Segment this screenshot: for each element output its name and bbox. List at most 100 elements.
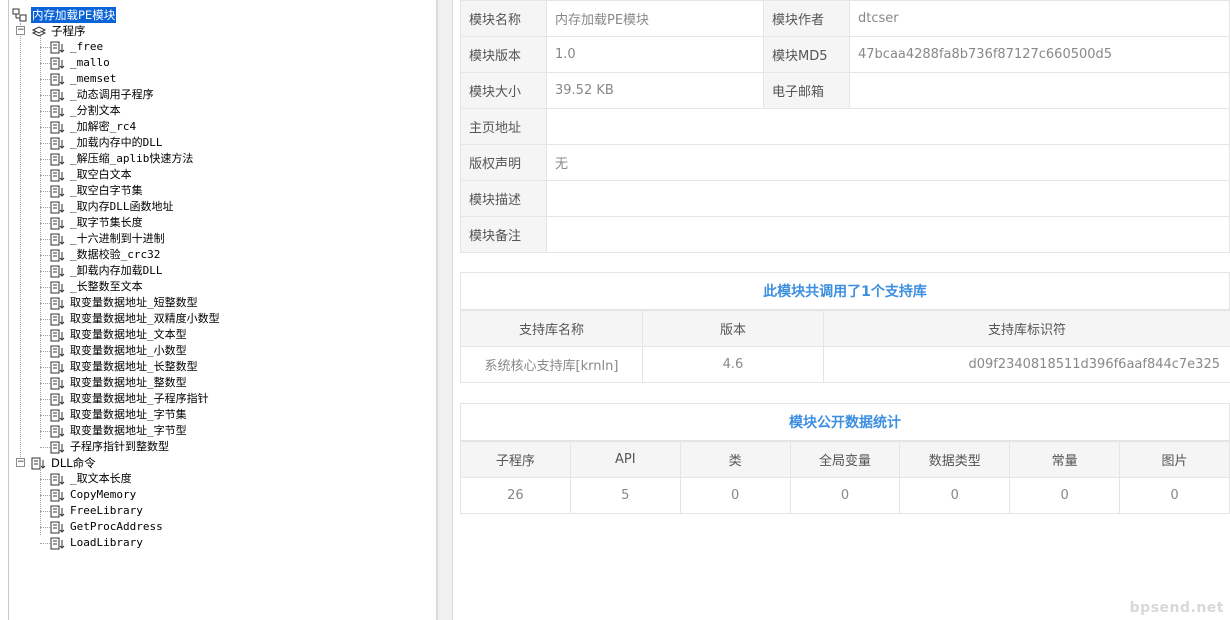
tree-connector (40, 191, 50, 192)
info-row: 模块大小 39.52 KB 电子邮箱 (460, 72, 1230, 109)
tree-leaf-label: 取变量数据地址_小数型 (70, 344, 187, 357)
info-key: 模块作者 (763, 0, 850, 37)
tree-leaf-row[interactable]: _卸载内存加载DLL (69, 263, 164, 279)
tree-leaf-row[interactable]: LoadLibrary (69, 535, 144, 551)
info-value: 内存加载PE模块 (546, 0, 764, 37)
info-key: 版权声明 (460, 144, 547, 181)
tree-left-border (8, 0, 9, 620)
column-header: 子程序 (460, 441, 571, 478)
tree-leaf-row[interactable]: _memset (69, 71, 117, 87)
tree-group-subprograms[interactable]: 子程序 (50, 23, 87, 39)
tree-connector (40, 111, 50, 112)
stat-value: 0 (899, 477, 1011, 514)
function-icon (50, 248, 66, 262)
tree-connector (40, 287, 50, 288)
tree-leaf-row[interactable]: _加载内存中的DLL (69, 135, 164, 151)
tree-leaf-row[interactable]: _分割文本 (69, 103, 122, 119)
tree-leaf-label: _取内存DLL函数地址 (70, 200, 174, 213)
tree-leaf-row[interactable]: _动态调用子程序 (69, 87, 155, 103)
tree-leaf-row[interactable]: _长整数至文本 (69, 279, 144, 295)
tree-leaf-label: _卸载内存加载DLL (70, 264, 163, 277)
stats-table: 子程序 API 类全局变量 数据类型 常量 图片 26 5 0 0 0 0 0 (460, 441, 1230, 514)
tree-connector (40, 63, 50, 64)
info-key: 模块大小 (460, 72, 547, 109)
tree-leaf-row[interactable]: 取变量数据地址_双精度小数型 (69, 311, 221, 327)
function-icon (50, 520, 66, 534)
info-key: 模块名称 (460, 0, 547, 37)
function-icon (50, 184, 66, 198)
tree-leaf-label: 子程序指针到整数型 (70, 440, 169, 453)
tree-leaf-row[interactable]: 取变量数据地址_短整数型 (69, 295, 199, 311)
support-library-section: 此模块共调用了1个支持库 支持库名称 版本 支持库标识符 系统核心支持库[krnln… (460, 272, 1230, 383)
tree-leaf-row[interactable]: 取变量数据地址_字节集 (69, 407, 188, 423)
tree-leaf-label: LoadLibrary (70, 536, 143, 549)
tree-leaf-label: CopyMemory (70, 488, 137, 501)
info-value: 39.52 KB (546, 72, 764, 109)
tree-scrollbar[interactable] (437, 0, 453, 620)
tree-leaf-row[interactable]: 取变量数据地址_文本型 (69, 327, 188, 343)
tree-leaf-row[interactable]: GetProcAddress (69, 519, 164, 535)
tree-leaf-row[interactable]: _free (69, 39, 104, 55)
tree-connector (40, 399, 50, 400)
column-header: 支持库名称 (460, 310, 643, 347)
column-header: 类 (679, 441, 791, 478)
function-icon (50, 408, 66, 422)
collapse-subprograms-toggle[interactable]: − (16, 26, 25, 35)
info-row: 模块名称 内存加载PE模块 模块作者 dtcser (460, 0, 1230, 37)
tree-leaf-row[interactable]: 取变量数据地址_整数型 (69, 375, 188, 391)
info-key: 电子邮箱 (763, 72, 850, 109)
tree-leaf-label: _memset (70, 72, 117, 85)
function-icon (50, 104, 66, 118)
tree-leaf-row[interactable]: _mallo (69, 55, 111, 71)
function-icon (50, 536, 66, 550)
function-icon (50, 200, 66, 214)
tree-leaf-row[interactable]: 取变量数据地址_子程序指针 (69, 391, 210, 407)
tree-leaf-row[interactable]: _十六进制到十进制 (69, 231, 166, 247)
info-row: 模块备注 (460, 216, 1230, 253)
tree-leaf-row[interactable]: 子程序指针到整数型 (69, 439, 170, 455)
tree-leaf-row[interactable]: 取变量数据地址_字节型 (69, 423, 188, 439)
tree-leaf-row[interactable]: _取空白字节集 (69, 183, 144, 199)
tree-leaf-label: FreeLibrary (70, 504, 143, 517)
info-key: 模块描述 (460, 180, 547, 217)
function-icon (50, 280, 66, 294)
stats-section: 模块公开数据统计 子程序 API 类全局变量 数据类型 常量 图片 26 5 0 0 0 0 0 (460, 403, 1230, 514)
tree-root-row[interactable]: 内存加载PE模块 (31, 7, 117, 23)
function-icon (50, 120, 66, 134)
tree-leaf-label: 取变量数据地址_双精度小数型 (70, 312, 220, 325)
info-value (849, 72, 1230, 109)
tree-leaf-label: _动态调用子程序 (70, 88, 154, 101)
tree-connector (40, 143, 50, 144)
tree-connector (40, 79, 50, 80)
tree-connector (40, 527, 50, 528)
tree-connector (40, 479, 50, 480)
tree-leaf-label: _加载内存中的DLL (70, 136, 163, 149)
column-header: 支持库标识符 (823, 310, 1230, 347)
tree-leaf-row[interactable]: _取文本长度 (69, 471, 133, 487)
tree-leaf-row[interactable]: FreeLibrary (69, 503, 144, 519)
stat-value: 5 (569, 477, 681, 514)
stat-value: 26 (460, 477, 571, 514)
function-icon (50, 264, 66, 278)
function-icon (50, 424, 66, 438)
stat-value: 0 (1009, 477, 1121, 514)
tree-leaf-row[interactable]: _解压缩_aplib快速方法 (69, 151, 194, 167)
tree-leaf-row[interactable]: _取空白文本 (69, 167, 133, 183)
module-tree[interactable]: 内存加载PE模块 − 子程序 _free _mallo _memset _动态调用子程… (0, 0, 437, 620)
tree-group-dll[interactable]: DLL命令 (50, 455, 97, 471)
tree-root-label[interactable]: 内存加载PE模块 (31, 7, 117, 23)
function-icon (50, 296, 66, 310)
tree-leaf-label: 取变量数据地址_短整数型 (70, 296, 198, 309)
stat-value: 0 (789, 477, 901, 514)
tree-leaf-row[interactable]: _数据校验_crc32 (69, 247, 161, 263)
tree-leaf-row[interactable]: CopyMemory (69, 487, 137, 503)
column-header: API (569, 441, 681, 478)
tree-leaf-row[interactable]: _取内存DLL函数地址 (69, 199, 175, 215)
tree-leaf-row[interactable]: 取变量数据地址_长整数型 (69, 359, 199, 375)
tree-leaf-row[interactable]: _加解密_rc4 (69, 119, 137, 135)
tree-leaf-row[interactable]: 取变量数据地址_小数型 (69, 343, 188, 359)
tree-leaf-row[interactable]: _取字节集长度 (69, 215, 144, 231)
collapse-dll-toggle[interactable]: − (16, 458, 25, 467)
info-value: 无 (546, 144, 1230, 181)
module-root-icon (12, 7, 28, 22)
